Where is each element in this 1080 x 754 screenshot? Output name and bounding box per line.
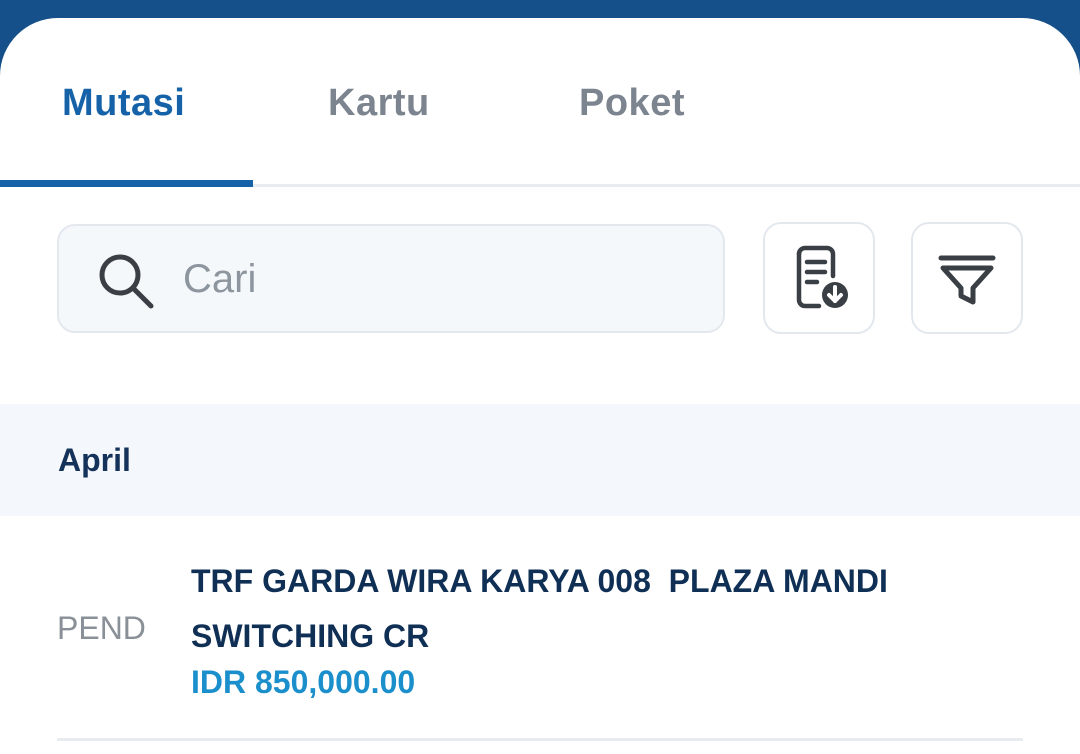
filter-button[interactable] <box>911 222 1023 334</box>
mutation-sheet: Mutasi Kartu Poket April <box>0 18 1080 754</box>
tab-poket[interactable]: Poket <box>579 82 685 125</box>
month-label: April <box>58 442 131 478</box>
document-download-icon <box>796 245 848 309</box>
tab-kartu[interactable]: Kartu <box>328 82 430 125</box>
row-divider <box>57 738 1023 741</box>
month-section-header: April <box>0 404 1080 516</box>
search-box[interactable] <box>57 224 725 333</box>
active-tab-indicator <box>0 180 253 187</box>
transaction-row[interactable]: PEND TRF GARDA WIRA KARYA 008 PLAZA MAND… <box>0 516 1080 754</box>
tab-mutasi[interactable]: Mutasi <box>62 82 185 125</box>
search-input[interactable] <box>181 248 705 310</box>
tab-bar: Mutasi Kartu Poket <box>0 18 1080 188</box>
transaction-amount: IDR 850,000.00 <box>191 664 416 700</box>
download-statement-button[interactable] <box>763 222 875 334</box>
filter-icon <box>938 255 996 305</box>
transaction-status: PEND <box>57 610 146 646</box>
search-icon <box>99 254 154 309</box>
transaction-description: TRF GARDA WIRA KARYA 008 PLAZA MANDI SWI… <box>191 563 897 654</box>
